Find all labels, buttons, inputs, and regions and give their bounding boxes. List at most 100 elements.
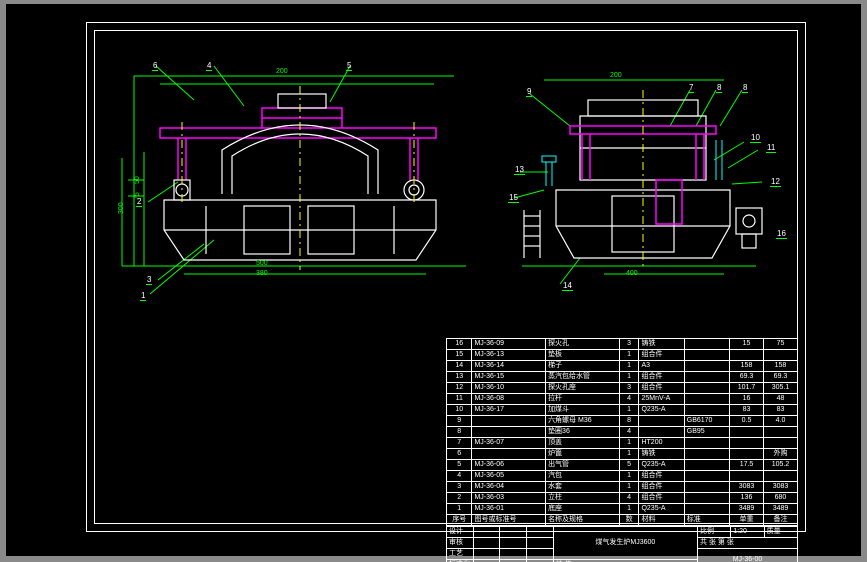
bom-cell: 铸铁 xyxy=(639,339,684,350)
bom-cell: MJ-36-01 xyxy=(472,504,546,515)
bom-cell: MJ-36-05 xyxy=(472,471,546,482)
bom-cell: MJ-36-15 xyxy=(472,372,546,383)
bom-cell xyxy=(684,482,729,493)
bom-row: 10MJ-36-17加煤斗1Q235-A8383 xyxy=(447,405,798,416)
bom-cell: 1 xyxy=(619,504,639,515)
callout-r8b: 8 xyxy=(742,84,748,93)
bom-cell: 25MnV-A xyxy=(639,394,684,405)
bom-cell: 3083 xyxy=(730,482,764,493)
bom-cell xyxy=(763,427,797,438)
bom-cell xyxy=(684,394,729,405)
bom-cell: 六角螺母 M36 xyxy=(546,416,620,427)
bom-cell xyxy=(472,449,546,460)
bom-cell xyxy=(684,372,729,383)
bom-cell: 16 xyxy=(730,394,764,405)
bom-cell: 垫圈36 xyxy=(546,427,620,438)
bom-cell: 10 xyxy=(447,405,472,416)
bom-cell: 136 xyxy=(730,493,764,504)
callout-1: 1 xyxy=(140,292,146,301)
bom-cell xyxy=(639,427,684,438)
bom-cell: 69.3 xyxy=(730,372,764,383)
callout-9: 9 xyxy=(526,88,532,97)
bom-cell: 水套 xyxy=(546,482,620,493)
bom-cell xyxy=(684,471,729,482)
bom-cell: 组合件 xyxy=(639,471,684,482)
bom-row: 8垫圈364GB95 xyxy=(447,427,798,438)
bom-cell: MJ-36-03 xyxy=(472,493,546,504)
bom-cell xyxy=(684,493,729,504)
bom-cell: 铸铁 xyxy=(639,449,684,460)
bom-cell: 组合件 xyxy=(639,493,684,504)
bom-header: 序号 图号或标准号 名称及规格 数 材料 标准 单重 备注 xyxy=(447,515,798,526)
bom-cell: MJ-36-09 xyxy=(472,339,546,350)
bom-cell xyxy=(763,438,797,449)
bom-cell: 8 xyxy=(619,416,639,427)
bom-cell: MJ-36-04 xyxy=(472,482,546,493)
bom-row: 7MJ-36-07顶盖1HT200 xyxy=(447,438,798,449)
bom-cell: 13 xyxy=(447,372,472,383)
bom-cell xyxy=(472,427,546,438)
bom-row: 16MJ-36-09探火孔3铸铁1575 xyxy=(447,339,798,350)
bom-cell: 5 xyxy=(447,460,472,471)
bom-cell: 顶盖 xyxy=(546,438,620,449)
bom-cell: 1 xyxy=(619,405,639,416)
bom-cell: 16 xyxy=(447,339,472,350)
callout-8: 8 xyxy=(716,84,722,93)
bom-cell xyxy=(730,471,764,482)
bom-row: 3MJ-36-04水套1组合件30833083 xyxy=(447,482,798,493)
bom-cell: MJ-36-08 xyxy=(472,394,546,405)
bom-cell: 1 xyxy=(619,482,639,493)
bom-cell xyxy=(684,383,729,394)
bom-cell: MJ-36-14 xyxy=(472,361,546,372)
bom-cell xyxy=(730,350,764,361)
bom-cell: 5 xyxy=(619,460,639,471)
bom-cell xyxy=(684,405,729,416)
bom-cell: 1 xyxy=(619,449,639,460)
callout-11: 11 xyxy=(766,144,776,153)
bom-cell xyxy=(730,427,764,438)
bom-cell xyxy=(763,471,797,482)
bom-cell: MJ-36-07 xyxy=(472,438,546,449)
title-block: 16MJ-36-09探火孔3铸铁157515MJ-36-13垫板1组合件14MJ… xyxy=(446,338,798,524)
dim-left-top: 200 xyxy=(276,68,288,75)
callout-16: 16 xyxy=(776,230,787,239)
bom-cell: 15 xyxy=(447,350,472,361)
bom-cell: 4 xyxy=(619,394,639,405)
bom-cell: 1 xyxy=(619,471,639,482)
callout-14: 14 xyxy=(562,282,573,291)
bom-row: 12MJ-36-10探火孔座3组合件101.7305.1 xyxy=(447,383,798,394)
bom-cell: 1 xyxy=(619,372,639,383)
bom-row: 13MJ-36-15蒸汽包给水管1组合件69.369.3 xyxy=(447,372,798,383)
bom-cell: 组合件 xyxy=(639,350,684,361)
bom-cell: 3083 xyxy=(763,482,797,493)
bom-table: 16MJ-36-09探火孔3铸铁157515MJ-36-13垫板1组合件14MJ… xyxy=(446,338,798,526)
bom-cell xyxy=(763,350,797,361)
bom-cell: GB6170 xyxy=(684,416,729,427)
titleblock-lower: 设计 煤气发生炉MJ3600 比例 1:20 质量 审核 共 张 第 张 工艺 … xyxy=(446,526,798,562)
bom-cell: 158 xyxy=(763,361,797,372)
bom-cell xyxy=(639,416,684,427)
dim-left-h2: 50 xyxy=(134,176,141,184)
bom-cell xyxy=(684,449,729,460)
model-space[interactable]: 6 4 5 2 3 1 9 7 8 8 10 11 12 13 15 14 16… xyxy=(6,4,861,556)
bom-cell: 1 xyxy=(447,504,472,515)
bom-cell: 组合件 xyxy=(639,372,684,383)
bom-cell: 105.2 xyxy=(763,460,797,471)
drawing-title: 煤气发生炉MJ3600 xyxy=(553,527,697,560)
bom-cell: 3 xyxy=(619,383,639,394)
bom-cell: 11 xyxy=(447,394,472,405)
bom-cell: 3489 xyxy=(763,504,797,515)
callout-4: 4 xyxy=(206,62,212,71)
bom-cell: 158 xyxy=(730,361,764,372)
bom-cell: 69.3 xyxy=(763,372,797,383)
callout-6: 6 xyxy=(152,62,158,71)
bom-cell: MJ-36-17 xyxy=(472,405,546,416)
bom-cell: 6 xyxy=(447,449,472,460)
bom-cell: 加煤斗 xyxy=(546,405,620,416)
bom-cell: 7 xyxy=(447,438,472,449)
bom-cell: 炉篦 xyxy=(546,449,620,460)
sheet-code: MJ-36-00 xyxy=(698,549,798,562)
bom-cell: 底座 xyxy=(546,504,620,515)
bom-cell: 83 xyxy=(763,405,797,416)
dim-left-h3: 75 xyxy=(134,192,141,200)
